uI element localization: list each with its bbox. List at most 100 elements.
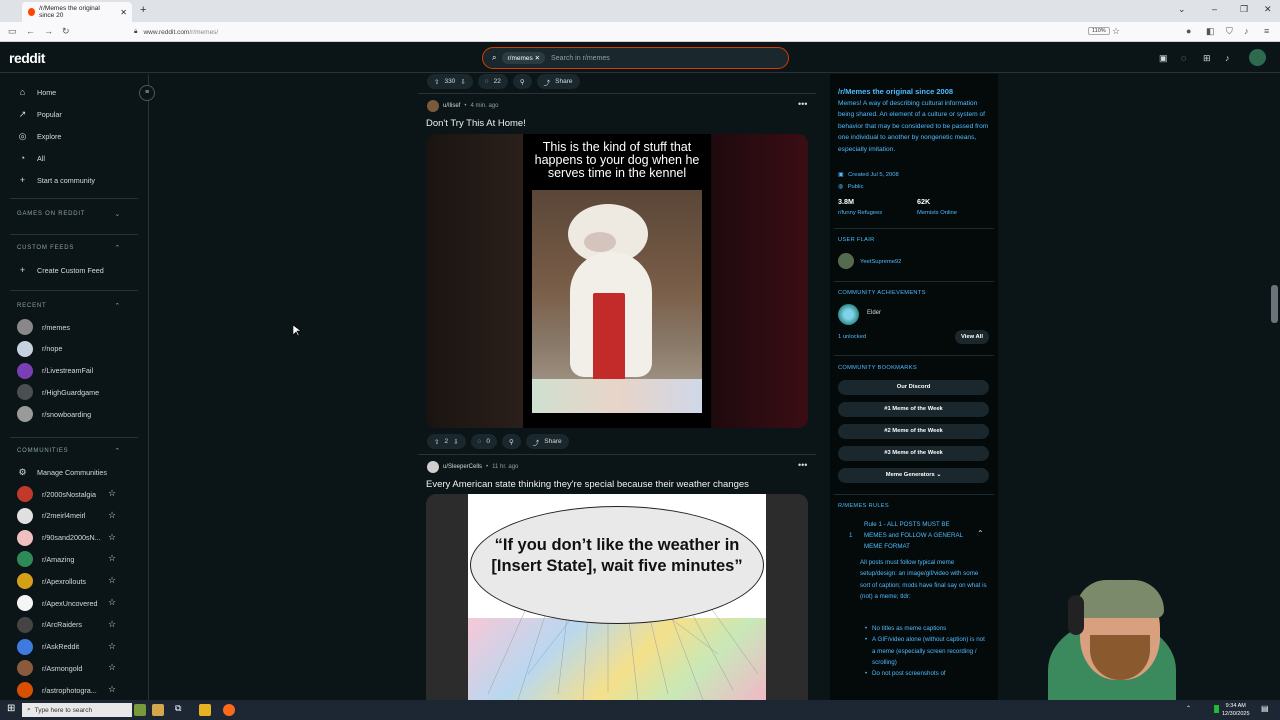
manage-communities[interactable]: ⚙ Manage Communities	[17, 463, 106, 481]
new-tab-icon[interactable]: +	[140, 4, 146, 16]
avatar[interactable]	[427, 100, 439, 112]
windows-start-icon[interactable]: ⊞	[7, 703, 15, 714]
notifications-icon[interactable]: ▤	[1261, 704, 1269, 713]
favorite-star-icon[interactable]: ☆	[108, 597, 116, 608]
user-flair-name[interactable]: YeetSupreme92	[860, 257, 901, 268]
community-item[interactable]: r/90sand2000sN...	[17, 529, 101, 547]
upvote-icon[interactable]: ⇧	[434, 78, 439, 86]
sidebar-item-home[interactable]: ⌂ Home	[17, 83, 56, 101]
sidebar-toggle-icon[interactable]: ▭	[8, 26, 17, 37]
downvote-icon[interactable]: ⇩	[453, 438, 458, 446]
weather-widget-icon[interactable]	[152, 704, 164, 716]
post-image[interactable]: This is the kind of stuff that happens t…	[426, 134, 808, 428]
rule-title[interactable]: Rule 1 - ALL POSTS MUST BE MEMES and FOL…	[864, 519, 974, 552]
create-custom-feed[interactable]: + Create Custom Feed	[17, 261, 104, 279]
favorite-star-icon[interactable]: ☆	[108, 662, 116, 673]
community-item[interactable]: r/2meirl4meirl	[17, 507, 86, 525]
post-author[interactable]: u/Ilisef	[443, 103, 460, 109]
firefox-icon[interactable]	[223, 704, 235, 716]
favorite-star-icon[interactable]: ☆	[108, 575, 116, 586]
bookmark-meme-3-button[interactable]: #3 Meme of the Week	[838, 446, 989, 461]
communities-section-header[interactable]: COMMUNITIES ⌃	[17, 448, 121, 455]
search-input[interactable]: Search in r/memes	[551, 55, 610, 62]
sidebar-item-start-community[interactable]: + Start a community	[17, 171, 95, 189]
share-button[interactable]: ⤴ Share	[525, 434, 569, 449]
page-scrollbar[interactable]	[1271, 285, 1278, 323]
close-window-icon[interactable]: ✕	[1264, 4, 1272, 15]
close-tab-icon[interactable]: ✕	[120, 8, 127, 17]
chevron-up-icon[interactable]: ⌃	[977, 529, 984, 538]
favorite-star-icon[interactable]: ☆	[108, 641, 116, 652]
bookmark-star-icon[interactable]: ☆	[1112, 26, 1120, 37]
bookmark-discord-button[interactable]: Our Discord	[838, 380, 989, 395]
extension-icon[interactable]: ●	[1186, 26, 1191, 36]
taskbar-search-input[interactable]: ⌕ Type here to search	[22, 703, 132, 717]
post-image[interactable]: “If you don’t like the weather in [Inser…	[426, 494, 808, 700]
community-item[interactable]: r/Asmongold	[17, 659, 82, 677]
browser-tab[interactable]: /r/Memes the original since 20 ✕	[22, 2, 132, 22]
recent-community-item[interactable]: r/nope	[17, 340, 62, 358]
audio-icon[interactable]: ♪	[1244, 26, 1249, 36]
minimize-icon[interactable]: –	[1212, 4, 1217, 14]
chevron-up-icon[interactable]: ⌃	[1186, 705, 1191, 712]
recent-community-item[interactable]: r/snowboarding	[17, 405, 91, 423]
favorite-star-icon[interactable]: ☆	[108, 619, 116, 630]
forward-icon[interactable]: →	[44, 26, 53, 36]
comments-button[interactable]: ◌ 0	[470, 434, 498, 449]
favorite-star-icon[interactable]: ☆	[108, 488, 116, 499]
bell-icon[interactable]: ♪	[1225, 53, 1230, 63]
recent-community-item[interactable]: r/LivestreamFail	[17, 362, 93, 380]
comments-button[interactable]: ◌ 22	[477, 74, 508, 89]
post-author[interactable]: u/SleeperCells	[443, 464, 482, 470]
file-explorer-icon[interactable]	[199, 704, 211, 716]
community-item[interactable]: r/ApexUncovered	[17, 594, 98, 612]
avatar[interactable]	[1249, 49, 1266, 66]
games-section-header[interactable]: GAMES ON REDDIT ⌄	[17, 211, 121, 218]
vote-control[interactable]: ⇧ 2 ⇩	[427, 434, 466, 449]
more-options-icon[interactable]: •••	[798, 99, 807, 109]
extension-icon[interactable]: ◧	[1206, 26, 1215, 37]
app-indicator-icon[interactable]	[1214, 705, 1219, 713]
community-item[interactable]: r/AskReddit	[17, 638, 79, 656]
post-title[interactable]: Don't Try This At Home!	[426, 118, 526, 129]
favorite-star-icon[interactable]: ☆	[108, 532, 116, 543]
recent-community-item[interactable]: r/HighGuardgame	[17, 383, 99, 401]
restore-icon[interactable]: ❐	[1240, 4, 1248, 15]
sidebar-item-popular[interactable]: ↗ Popular	[17, 105, 62, 123]
bookmark-meme-2-button[interactable]: #2 Meme of the Week	[838, 424, 989, 439]
favorite-star-icon[interactable]: ☆	[108, 553, 116, 564]
url-bar[interactable]: 🔒︎ www.reddit.com/r/memes/	[134, 25, 1094, 39]
community-item[interactable]: r/Apexrollouts	[17, 572, 86, 590]
meme-generators-button[interactable]: Meme Generators ⌄	[838, 468, 989, 483]
post-title[interactable]: Every American state thinking they're sp…	[426, 479, 749, 490]
zoom-level[interactable]: 110%	[1088, 27, 1110, 35]
downvote-icon[interactable]: ⇩	[460, 78, 465, 86]
award-button[interactable]: ⚲	[512, 74, 532, 89]
task-view-icon[interactable]: ⧉	[175, 703, 181, 714]
back-icon[interactable]: ←	[26, 26, 35, 36]
recent-community-item[interactable]: r/memes	[17, 318, 70, 336]
vote-control[interactable]: ⇧ 330 ⇩	[427, 74, 473, 89]
recent-section-header[interactable]: RECENT ⌃	[17, 303, 121, 310]
reddit-logo[interactable]: reddit	[9, 50, 45, 66]
bookmark-meme-1-button[interactable]: #1 Meme of the Week	[838, 402, 989, 417]
custom-feeds-section-header[interactable]: CUSTOM FEEDS ⌃	[17, 245, 121, 252]
more-options-icon[interactable]: •••	[798, 460, 807, 470]
taskbar-clock[interactable]: 9:34 AM 12/30/2025	[1222, 702, 1250, 718]
search-community-chip[interactable]: r/memes ✕	[502, 52, 546, 64]
chevron-down-icon[interactable]: ⌄	[1178, 4, 1186, 15]
sidebar-item-all[interactable]: ◔ All	[17, 149, 45, 167]
award-button[interactable]: ⚲	[502, 434, 521, 449]
upvote-icon[interactable]: ⇧	[434, 438, 439, 446]
news-widget-icon[interactable]	[134, 704, 146, 716]
collapse-sidebar-button[interactable]: ≡	[139, 85, 155, 101]
search-bar[interactable]: ⌕ r/memes ✕ Search in r/memes	[482, 47, 789, 69]
avatar[interactable]	[427, 461, 439, 473]
ad-icon[interactable]: ▣	[1159, 53, 1168, 64]
create-post-icon[interactable]: ⊞	[1203, 53, 1211, 64]
chat-icon[interactable]: ◌	[1181, 53, 1186, 63]
view-all-button[interactable]: View All	[955, 330, 989, 344]
sidebar-item-explore[interactable]: ◎ Explore	[17, 127, 62, 145]
community-item[interactable]: r/Amazing	[17, 550, 74, 568]
community-item[interactable]: r/ArcRaiders	[17, 616, 82, 634]
